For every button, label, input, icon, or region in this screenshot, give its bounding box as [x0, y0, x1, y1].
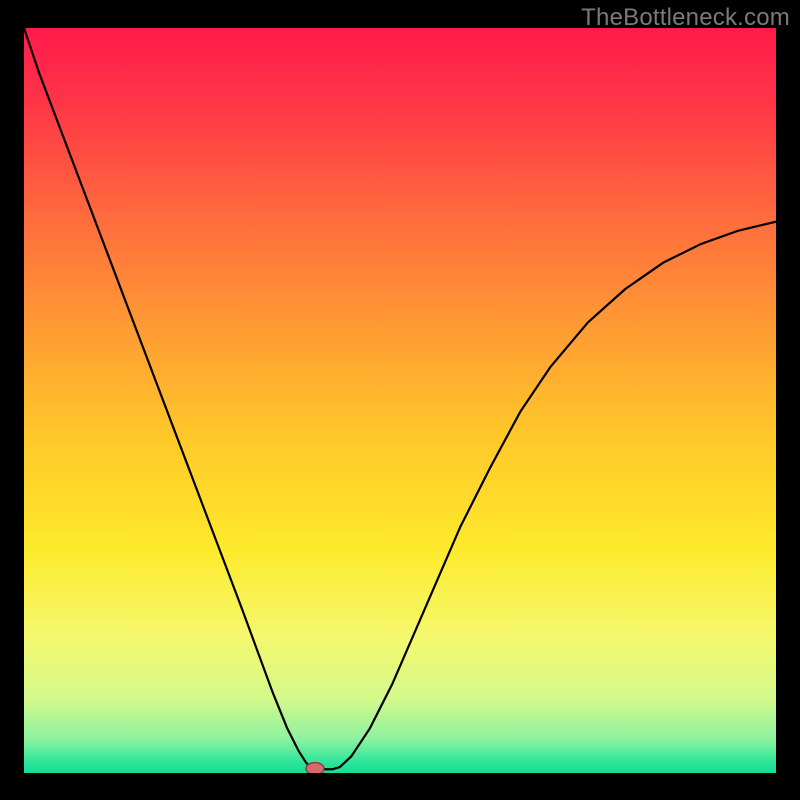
- plot-background: [24, 28, 776, 773]
- watermark-label: TheBottleneck.com: [581, 4, 790, 32]
- chart-container: TheBottleneck.com: [0, 0, 800, 800]
- bottleneck-plot: [0, 0, 800, 800]
- bottleneck-marker: [306, 763, 324, 775]
